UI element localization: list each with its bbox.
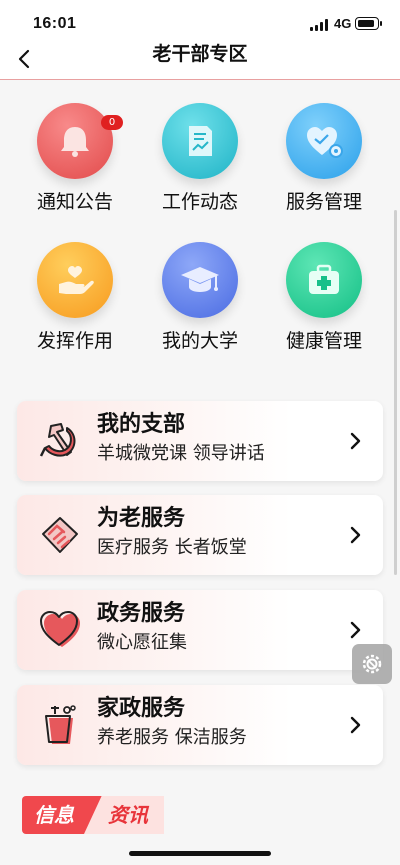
card-elder-service[interactable]: 为老服务 医疗服务 长者饭堂 bbox=[17, 495, 383, 575]
scrollbar[interactable] bbox=[394, 210, 397, 575]
first-aid-kit-icon bbox=[286, 242, 362, 318]
grid-item-work-news[interactable]: 工作动态 bbox=[145, 103, 255, 215]
heart-outline-icon bbox=[40, 611, 80, 647]
card-title: 政务服务 bbox=[97, 601, 186, 626]
grid-item-label: 服务管理 bbox=[285, 191, 362, 213]
info-label-part2: 资讯 bbox=[108, 803, 148, 827]
card-subtitle: 养老服务 保洁服务 bbox=[97, 727, 247, 748]
grid-item-label: 发挥作用 bbox=[36, 330, 113, 352]
heart-gear-icon bbox=[286, 103, 362, 179]
grid-item-label: 我的大学 bbox=[161, 330, 238, 352]
grid-item-label: 工作动态 bbox=[161, 191, 238, 213]
card-gov-service[interactable]: 政务服务 微心愿征集 bbox=[17, 590, 383, 670]
card-subtitle: 羊城微党课 领导讲话 bbox=[97, 443, 265, 464]
signal-icon bbox=[310, 19, 330, 31]
hammer-sickle-icon bbox=[39, 423, 76, 457]
info-label-part1: 信息 bbox=[34, 803, 74, 827]
grid-item-contribution[interactable]: 发挥作用 bbox=[20, 242, 130, 354]
chevron-right-icon bbox=[350, 432, 361, 450]
nav-bar: 老干部专区 bbox=[0, 40, 400, 80]
card-housekeeping[interactable]: 家政服务 养老服务 保洁服务 bbox=[17, 685, 383, 765]
hand-heart-icon bbox=[37, 242, 113, 318]
card-subtitle: 微心愿征集 bbox=[97, 632, 187, 653]
battery-icon bbox=[355, 17, 382, 30]
grid-item-notice[interactable]: 0 通知公告 bbox=[20, 103, 130, 215]
grid-item-service-mgmt[interactable]: 服务管理 bbox=[269, 103, 379, 215]
status-time: 16:01 bbox=[33, 15, 77, 32]
grid-item-label: 通知公告 bbox=[36, 191, 113, 213]
bell-icon: 0 bbox=[37, 103, 123, 179]
grid-item-health-mgmt[interactable]: 健康管理 bbox=[269, 242, 379, 354]
network-type: 4G bbox=[334, 16, 352, 31]
graduation-cap-icon bbox=[162, 242, 238, 318]
card-title: 为老服务 bbox=[97, 506, 186, 531]
handshake-heart-icon bbox=[42, 517, 78, 553]
grid-item-my-university[interactable]: 我的大学 bbox=[145, 242, 255, 354]
document-icon bbox=[162, 103, 238, 179]
home-indicator[interactable] bbox=[129, 851, 271, 856]
card-title: 家政服务 bbox=[97, 696, 186, 721]
cleaning-bucket-icon bbox=[45, 705, 76, 744]
card-subtitle: 医疗服务 长者饭堂 bbox=[97, 537, 247, 558]
card-my-branch[interactable]: 我的支部 羊城微党课 领导讲话 bbox=[17, 401, 383, 481]
gear-icon bbox=[362, 654, 382, 674]
chevron-right-icon bbox=[350, 621, 361, 639]
grid-item-label: 健康管理 bbox=[285, 330, 362, 352]
chevron-right-icon bbox=[350, 526, 361, 544]
chevron-right-icon bbox=[350, 716, 361, 734]
info-section-header: 信息 资讯 bbox=[22, 796, 164, 834]
floating-settings-button[interactable] bbox=[352, 644, 392, 684]
card-title: 我的支部 bbox=[97, 412, 186, 437]
page-title: 老干部专区 bbox=[152, 43, 248, 65]
status-bar: 16:01 4G bbox=[0, 0, 400, 40]
notification-badge: 0 bbox=[101, 115, 123, 130]
